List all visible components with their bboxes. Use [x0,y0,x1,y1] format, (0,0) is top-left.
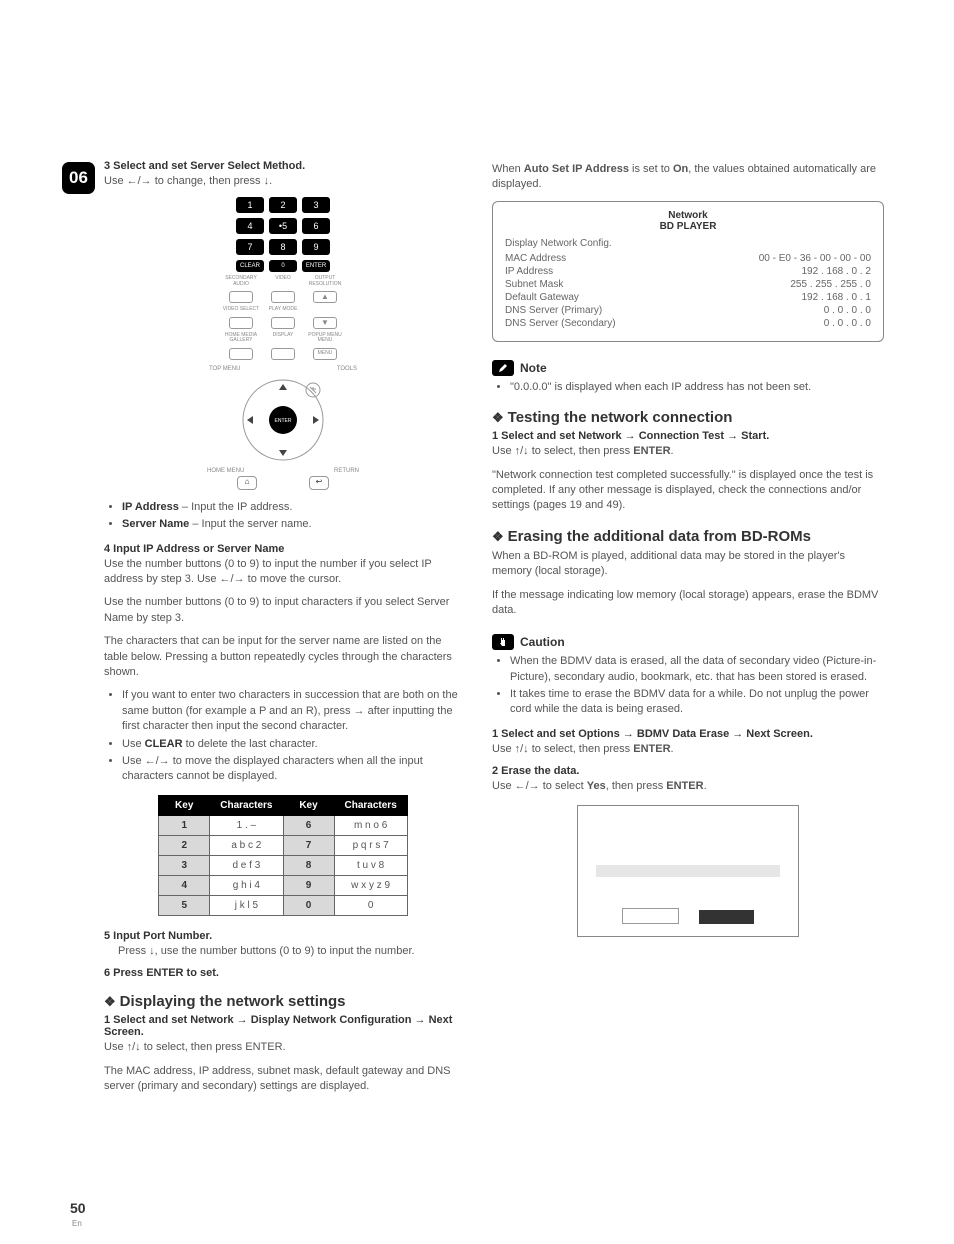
test-body2: "Network connection test completed succe… [492,468,884,514]
test-step1: 1 Select and set Network → Connection Te… [492,430,884,442]
erase-step2-body: Use ←/→ to select Yes, then press ENTER. [492,779,884,794]
remote-nav-wheel: ENTER [241,378,325,462]
step3-title: 3 Select and set Server Select Method. [104,160,462,172]
step3-body: Use ←/→ to change, then press ↓. [104,174,462,189]
remote-out-btn-5 [229,348,253,360]
remote-label-output-res: OUTPUT RESOLUTION [305,276,345,287]
section-test-connection: ❖Testing the network connection [492,409,884,426]
remote-label-display: DISPLAY [263,333,303,344]
step5-body: Press ↓, use the number buttons (0 to 9)… [118,944,462,959]
caution-badge: Caution [492,634,565,650]
hand-icon [492,634,514,650]
remote-out-btn-4 [271,317,295,329]
pencil-icon [492,360,514,376]
dialog-bar [596,865,781,877]
netbox-heading: Display Network Config. [505,238,871,249]
remote-key-2: 2 [269,197,297,213]
th-key-1: Key [159,795,210,815]
remote-key-7: 7 [236,239,264,255]
page-number: 50 [70,1200,86,1216]
note-item: "0.0.0.0" is displayed when each IP addr… [510,380,884,395]
erase-step1: 1 Select and set Options → BDMV Data Era… [492,728,884,740]
note-label: Note [520,361,547,375]
step4-body3: The characters that can be input for the… [104,634,462,680]
remote-label-return: RETURN [334,468,359,474]
remote-key-3: 3 [302,197,330,213]
caution-label: Caution [520,635,565,649]
remote-out-btn-2 [271,291,295,303]
caution-li2: It takes time to erase the BDMV data for… [510,687,884,718]
display-step1: 1 Select and set Network → Display Netwo… [104,1014,462,1038]
step4-li1: If you want to enter two characters in s… [122,688,462,734]
test-body1: Use ↑/↓ to select, then press ENTER. [492,444,884,459]
dialog-button-yes [699,910,754,924]
remote-up-icon: ▲ [313,291,337,303]
remote-return-btn: ↩ [309,476,329,490]
th-key-2: Key [283,795,334,815]
remote-key-clear: CLEAR [236,260,264,272]
step4-body2: Use the number buttons (0 to 9) to input… [104,595,462,626]
remote-label-play-mode: PLAY MODE [263,307,303,313]
remote-key-1: 1 [236,197,264,213]
remote-label-video: VIDEO [263,276,303,287]
note-badge: Note [492,360,547,376]
remote-illustration: 1 2 3 4 •5 6 7 8 9 CLEAR 0 ENTER SECONDA… [203,197,363,490]
character-table: Key Characters Key Characters 11 . –6m n… [158,795,408,916]
remote-label-tools: TOOLS [337,366,357,372]
remote-key-4: 4 [236,218,264,234]
remote-label-popup: POPUP MENU MENU [305,333,345,344]
remote-label-empty [305,307,345,313]
remote-out-btn-6 [271,348,295,360]
remote-down-icon: ▼ [313,317,337,329]
step5-title: 5 Input Port Number. [104,930,462,942]
step4-body1: Use the number buttons (0 to 9) to input… [104,557,462,588]
remote-key-0: 0 [269,260,297,272]
netbox-subtitle: BD PLAYER [505,221,871,232]
erase-step2: 2 Erase the data. [492,765,884,777]
remote-label-video-select: VIDEO SELECT [221,307,261,313]
remote-key-9: 9 [302,239,330,255]
display-body2: The MAC address, IP address, subnet mask… [104,1064,462,1095]
erase-dialog-illustration [577,805,799,937]
netbox-title: Network [505,210,871,221]
display-body1: Use ↑/↓ to select, then press ENTER. [104,1040,462,1055]
erase-step1-body: Use ↑/↓ to select, then press ENTER. [492,742,884,757]
erase-body2: If the message indicating low memory (lo… [492,588,884,619]
dialog-button-no [622,908,679,924]
page-language: En [72,1219,82,1228]
step4-title: 4 Input IP Address or Server Name [104,543,462,555]
remote-key-6: 6 [302,218,330,234]
chapter-badge: 06 [62,162,95,194]
remote-label-hmg: HOME MEDIA GALLERY [221,333,261,344]
step6-title: 6 Press ENTER to set. [104,967,462,979]
right-intro: When Auto Set IP Address is set to On, t… [492,162,884,193]
remote-key-8: 8 [269,239,297,255]
remote-label-top-menu: TOP MENU [209,366,240,372]
bullet-ip-address: IP Address – Input the IP address. [122,500,462,515]
th-chars-2: Characters [334,795,407,815]
remote-label-home-menu: HOME MENU [207,468,244,474]
remote-key-enter: ENTER [302,260,330,272]
step4-li2: Use CLEAR to delete the last character. [122,737,462,752]
remote-out-btn-3 [229,317,253,329]
svg-text:ENTER: ENTER [275,418,292,424]
th-chars-1: Characters [210,795,283,815]
remote-label-sec-audio: SECONDARY AUDIO [221,276,261,287]
section-display-settings: ❖Displaying the network settings [104,993,462,1010]
network-config-box: Network BD PLAYER Display Network Config… [492,201,884,342]
remote-key-5: •5 [269,218,297,234]
erase-body1: When a BD-ROM is played, additional data… [492,549,884,580]
remote-out-btn-menu: MENU [313,348,337,360]
section-erase-bdrom: ❖Erasing the additional data from BD-ROM… [492,528,884,545]
caution-li1: When the BDMV data is erased, all the da… [510,654,884,685]
step4-li3: Use ←/→ to move the displayed characters… [122,754,462,785]
remote-out-btn-1 [229,291,253,303]
bullet-server-name: Server Name – Input the server name. [122,517,462,532]
remote-home-btn: ⌂ [237,476,257,490]
